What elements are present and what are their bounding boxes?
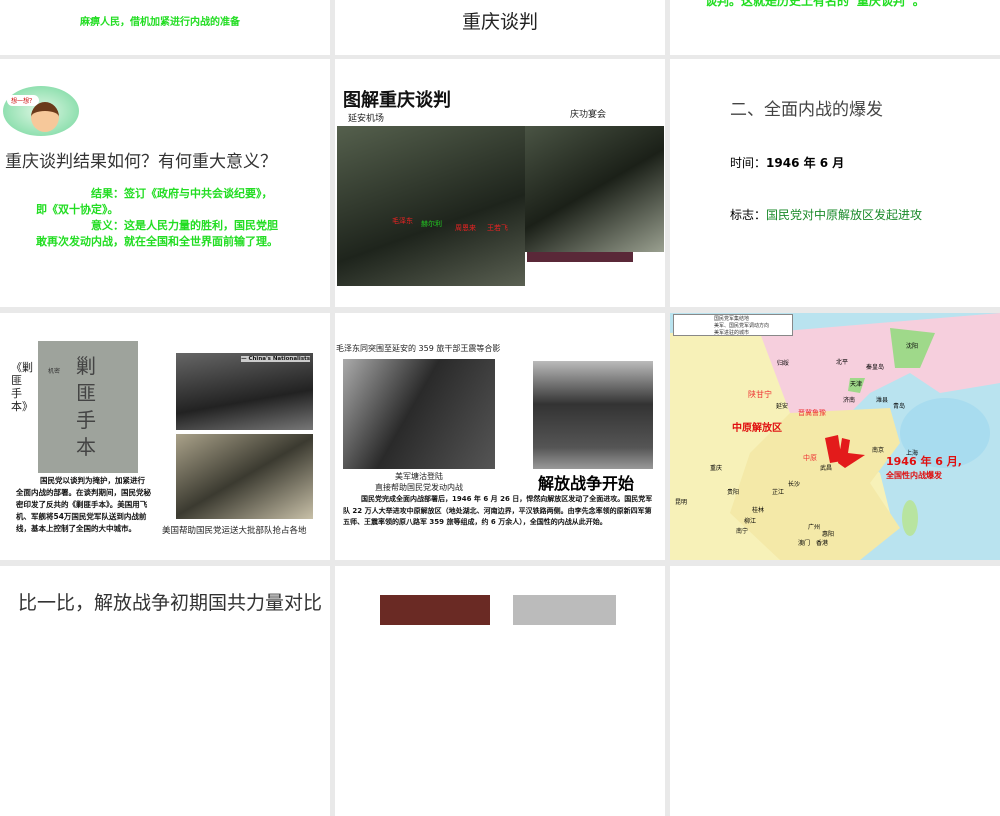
city-label: 桂林 (752, 507, 765, 514)
region-label-zhongyuan: 中原解放区 (732, 423, 782, 434)
banquet-photo (525, 126, 664, 252)
slide-thumbnail-12[interactable] (670, 566, 1000, 816)
photo-tag: — China's Nationalists (241, 356, 310, 362)
city-label: 济南 (843, 397, 856, 404)
yanan-airport-photo: 毛泽东 赫尔利 周恩来 王若飞 (337, 126, 525, 286)
group-photo (533, 361, 653, 469)
book-title: 剿匪手本 (76, 354, 96, 459)
time-row: 时间：1946 年 6 月 (730, 154, 844, 171)
thought-bubble: 想一想？ (7, 95, 40, 106)
label-mao: 毛泽东 (392, 217, 413, 225)
city-label: 广州 (808, 524, 821, 531)
mark-row: 标志：国民党对中原解放区发起进攻 (730, 206, 922, 223)
label-hurley: 赫尔利 (421, 220, 442, 228)
time-value: 1946 年 6 月 (766, 156, 845, 170)
slide-thumbnail-1[interactable]: 麻痹人民，借机加紧进行内战的准备 (0, 0, 330, 55)
tanggu-landing-photo (343, 359, 495, 469)
city-label: 归绥 (777, 360, 790, 367)
slide-thumbnail-5[interactable]: 图解重庆谈判 延安机场 庆功宴会 毛泽东 赫尔利 周恩来 王若飞 (335, 59, 665, 307)
slide-title: 比一比，解放战争初期国共力量对比 (18, 592, 323, 614)
photo-strip (527, 252, 633, 262)
slide-thumbnail-10[interactable]: 比一比，解放战争初期国共力量对比 (0, 566, 330, 816)
caption-yanan-airport: 延安机场 (348, 114, 385, 124)
legend-item: 美军、国民党军调动方向 (714, 323, 770, 329)
slide-thumbnail-4[interactable]: 想一想？ 重庆谈判结果如何？有何重大意义？ 结果：签订《政府与中共会谈纪要》，即… (0, 59, 330, 307)
map-annotation-2: 全国性内战爆发 (886, 471, 942, 480)
thinking-kid-image: 想一想？ (3, 86, 79, 136)
vertical-title: 《剿匪手本》 (11, 361, 33, 413)
book-note: 机密 (48, 368, 61, 375)
city-label: 秦皇岛 (866, 364, 885, 371)
left-caption-2: 直接帮助国民党发动内战 (375, 483, 463, 492)
city-label: 昆明 (675, 499, 688, 506)
city-label: 芷江 (772, 489, 785, 496)
slide-thumbnail-9[interactable]: 国民党军集结地 美军、国民党军调动方向 美军进驻的城市 陕甘宁 晋冀鲁豫 中原 … (670, 313, 1000, 560)
city-label: 青岛 (893, 403, 906, 410)
slide-text: 谈判。这就是历史上有名的“重庆谈判”。 (705, 0, 925, 8)
slide-body: 国民党完成全面内战部署后，1946 年 6 月 26 日，悍然向解放区发动了全面… (343, 495, 653, 526)
slide-question: 重庆谈判结果如何？有何重大意义？ (5, 152, 277, 172)
slide-thumbnail-11[interactable] (335, 566, 665, 816)
city-label: 沈阳 (906, 343, 919, 350)
city-label: 惠阳 (822, 531, 835, 538)
slide-body: 国民党以谈判为掩护，加紧进行全面内战的部署。在谈判期间，国民党秘密印发了反共的《… (16, 476, 151, 533)
city-label: 北平 (836, 359, 849, 366)
city-label: 柳江 (744, 518, 757, 525)
label-wang: 王若飞 (487, 224, 508, 232)
left-caption-1: 美军塘沽登陆 (395, 472, 443, 481)
result-text: 结果：签订《政府与中共会谈纪要》，即《双十协定》。 (36, 187, 273, 216)
city-label: 南京 (872, 447, 885, 454)
plane-photo: — China's Nationalists (176, 353, 313, 430)
region-label: 晋冀鲁豫 (798, 409, 826, 417)
city-label: 潍县 (876, 397, 889, 404)
region-label: 陕甘宁 (748, 390, 772, 399)
mark-value: 国民党对中原解放区发起进攻 (766, 208, 923, 222)
slide-title: 重庆谈判 (461, 11, 538, 33)
city-label: 武昌 (820, 465, 833, 472)
label-zhou: 周恩来 (455, 224, 476, 232)
china-map (670, 313, 1000, 560)
city-label: 重庆 (710, 465, 723, 472)
slide-thumbnail-7[interactable]: 《剿匪手本》 机密 剿匪手本 国民党以谈判为掩护，加紧进行全面内战的部署。在谈判… (0, 313, 330, 560)
slide-title: 二、全面内战的爆发 (730, 100, 883, 120)
headline: 解放战争开始 (538, 474, 635, 493)
meaning-text: 意义：这是人民力量的胜利，国民党胆敢再次发动内战，就在全国和全世界面前输了理。 (36, 219, 278, 248)
city-label: 上海 (906, 450, 919, 457)
slide-title: 图解重庆谈判 (343, 90, 451, 111)
city-label: 香港 (816, 540, 829, 547)
slide-thumbnail-2[interactable]: 重庆谈判 (335, 0, 665, 55)
city-label: 南宁 (736, 528, 749, 535)
slide-text: 麻痹人民，借机加紧进行内战的准备 (80, 17, 240, 28)
slide-thumbnail-8[interactable]: 毛泽东同突围至延安的 359 旅干部王震等合影 美军塘沽登陆 直接帮助国民党发动… (335, 313, 665, 560)
legend-item: 国民党军集结地 (714, 316, 750, 322)
book-cover-image: 机密 剿匪手本 (38, 341, 138, 473)
time-label: 时间： (730, 156, 767, 170)
mark-label: 标志： (730, 208, 767, 222)
city-label: 贵阳 (727, 489, 740, 496)
city-label: 长沙 (788, 481, 801, 488)
slide-thumbnail-3[interactable]: 谈判。这就是历史上有名的“重庆谈判”。 (670, 0, 1000, 55)
legend-item: 美军进驻的城市 (714, 330, 750, 336)
map-legend: 国民党军集结地 美军、国民党军调动方向 美军进驻的城市 (673, 314, 793, 336)
photo-caption: 美国帮助国民党运送大批部队抢占各地 (162, 526, 307, 536)
city-label: 澳门 (798, 540, 811, 547)
city-label: 延安 (776, 403, 789, 410)
city-label: 天津 (850, 381, 863, 388)
top-caption: 毛泽东同突围至延安的 359 旅干部王震等合影 (336, 344, 501, 353)
slide-thumbnail-6[interactable]: 二、全面内战的爆发 时间：1946 年 6 月 标志：国民党对中原解放区发起进攻 (670, 59, 1000, 307)
map-annotation-1: 1946 年 6 月, (886, 455, 962, 468)
caption-banquet: 庆功宴会 (570, 110, 607, 120)
troops-photo (176, 434, 313, 519)
region-label: 中原 (803, 454, 817, 462)
